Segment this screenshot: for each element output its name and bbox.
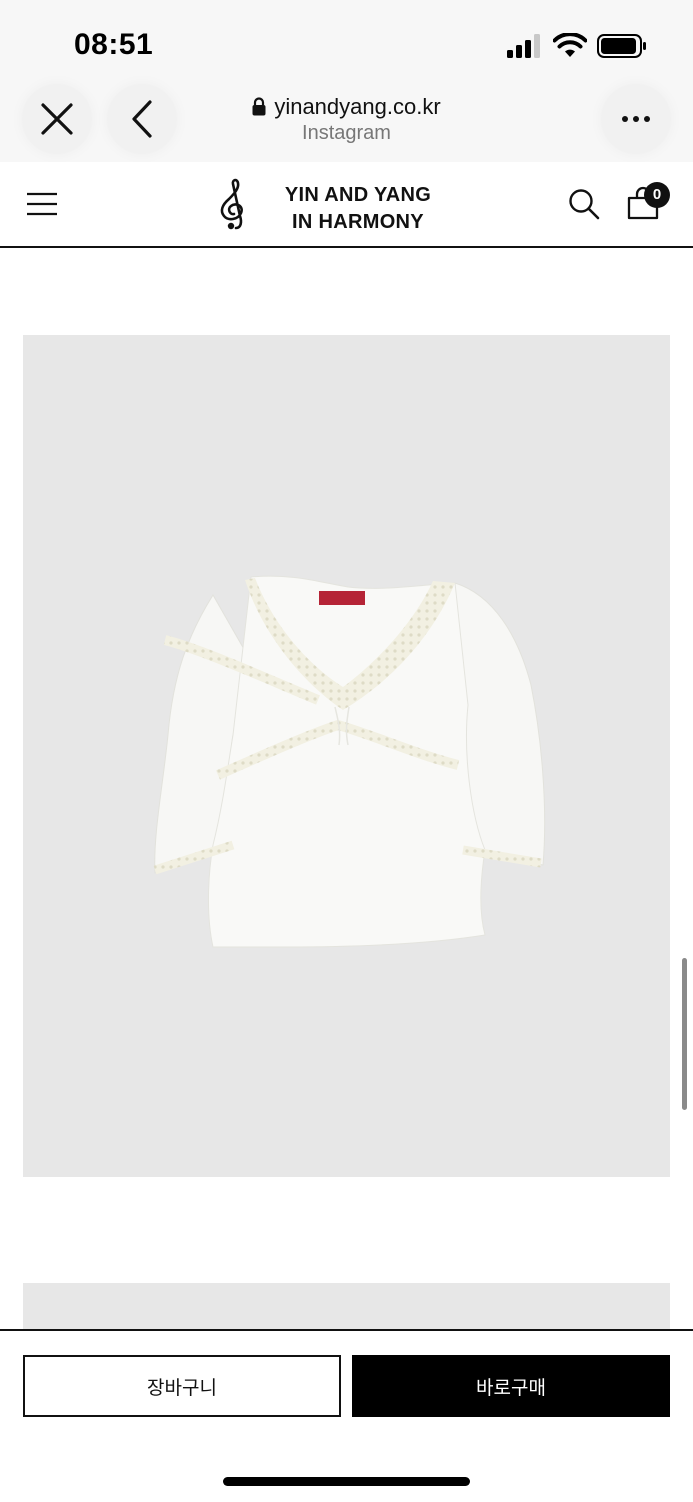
url-text: yinandyang.co.kr <box>274 94 441 119</box>
wifi-icon <box>553 33 587 57</box>
status-time: 08:51 <box>74 28 154 61</box>
white-lace-trim-long-sleeve-top-image <box>153 575 546 948</box>
status-bar: 08:51 <box>0 0 693 80</box>
add-to-cart-button[interactable]: 장바구니 <box>23 1355 341 1417</box>
logo-line-2: IN HARMONY <box>292 211 424 233</box>
lock-icon <box>252 97 266 116</box>
battery-icon <box>597 34 646 58</box>
home-indicator[interactable] <box>223 1477 470 1486</box>
menu-icon[interactable] <box>27 192 57 216</box>
search-icon[interactable] <box>568 188 600 220</box>
site-header: YIN AND YANG IN HARMONY 0 <box>0 162 693 248</box>
second-product-image[interactable] <box>23 1283 670 1330</box>
more-icon <box>622 116 650 122</box>
source-label: Instagram <box>302 122 391 144</box>
scrollbar[interactable] <box>682 958 687 1110</box>
cart-count-badge[interactable]: 0 <box>644 182 670 208</box>
site-logo[interactable]: YIN AND YANG IN HARMONY <box>270 182 446 236</box>
logo-line-1: YIN AND YANG <box>284 184 432 206</box>
bottom-action-bar: 장바구니 바로구매 <box>0 1329 693 1502</box>
product-image[interactable] <box>23 335 670 1177</box>
url-display[interactable]: yinandyang.co.kr <box>0 94 693 120</box>
buy-now-button[interactable]: 바로구매 <box>352 1355 670 1417</box>
more-options-button[interactable] <box>601 84 671 154</box>
treble-clef-logo[interactable] <box>216 178 252 232</box>
cellular-signal-icon <box>507 34 540 58</box>
in-app-browser-bar: yinandyang.co.kr Instagram <box>0 80 693 162</box>
